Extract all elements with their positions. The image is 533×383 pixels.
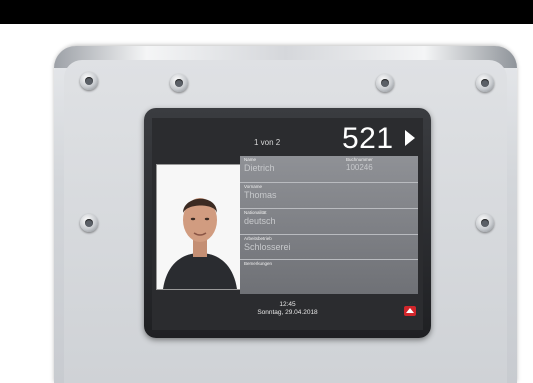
clock-date: Sonntag, 29.04.2018 <box>257 309 318 316</box>
screw-icon <box>476 214 494 232</box>
name-label: Name <box>244 157 257 162</box>
row-name: Name Dietrich Buchnummer 100246 <box>240 156 418 183</box>
top-bar <box>0 0 533 24</box>
screw-icon <box>476 74 494 92</box>
vorname-value: Thomas <box>244 190 277 200</box>
buchnummer-label: Buchnummer <box>346 157 373 162</box>
screw-icon <box>80 214 98 232</box>
portrait-photo <box>156 164 244 290</box>
person-data-panel: Name Dietrich Buchnummer 100246 Vorname … <box>240 156 418 294</box>
arbeitsbetrieb-value: Schlosserei <box>244 242 291 252</box>
play-triangle-icon[interactable] <box>405 130 415 146</box>
clock-display: 12:45 Sonntag, 29.04.2018 <box>152 301 423 317</box>
screw-icon <box>80 72 98 90</box>
buchnummer-value: 100246 <box>346 163 373 172</box>
id-number: 521 <box>342 122 394 155</box>
row-nationalitaet: Nationalität deutsch <box>240 209 418 235</box>
screw-icon <box>376 74 394 92</box>
arbeitsbetrieb-label: Arbeitsbetrieb <box>244 236 272 241</box>
screw-icon <box>170 74 188 92</box>
row-arbeitsbetrieb: Arbeitsbetrieb Schlosserei <box>240 235 418 260</box>
red-house-logo-icon <box>404 306 416 316</box>
person-portrait-icon <box>157 165 243 289</box>
nationalitaet-label: Nationalität <box>244 210 267 215</box>
clock-time: 12:45 <box>279 301 296 308</box>
display-screen: 1 von 2 521 Name Dietrich Buchnummer 100… <box>152 118 423 330</box>
row-vorname: Vorname Thomas <box>240 183 418 209</box>
nationalitaet-value: deutsch <box>244 216 276 226</box>
page-indicator: 1 von 2 <box>254 138 281 147</box>
row-bemerkungen: Bemerkungen <box>240 260 418 293</box>
bemerkungen-label: Bemerkungen <box>244 261 273 266</box>
vorname-label: Vorname <box>244 184 263 189</box>
name-value: Dietrich <box>244 163 275 173</box>
